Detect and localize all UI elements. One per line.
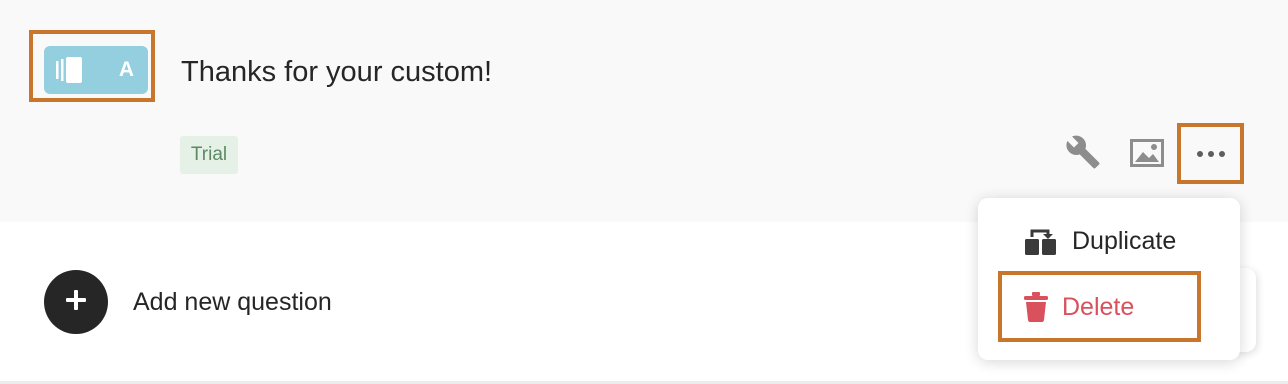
image-icon bbox=[1130, 138, 1164, 172]
duplicate-label: Duplicate bbox=[1072, 227, 1177, 255]
type-badge-highlight bbox=[29, 30, 155, 102]
add-question-button[interactable]: Add new question bbox=[44, 270, 332, 334]
question-title[interactable]: Thanks for your custom! bbox=[181, 54, 492, 90]
question-tag[interactable]: Trial bbox=[180, 136, 238, 174]
menu-item-duplicate[interactable]: Duplicate bbox=[978, 220, 1240, 262]
more-button-highlight bbox=[1177, 123, 1244, 184]
duplicate-icon bbox=[1024, 225, 1058, 257]
add-circle[interactable] bbox=[44, 270, 108, 334]
settings-button[interactable] bbox=[1064, 135, 1102, 173]
question-card[interactable]: A Thanks for your custom! Trial bbox=[0, 0, 1288, 222]
wrench-icon bbox=[1065, 134, 1101, 175]
add-question-label[interactable]: Add new question bbox=[133, 287, 332, 317]
image-button[interactable] bbox=[1128, 136, 1166, 174]
plus-icon bbox=[64, 288, 88, 317]
delete-highlight bbox=[998, 271, 1201, 342]
